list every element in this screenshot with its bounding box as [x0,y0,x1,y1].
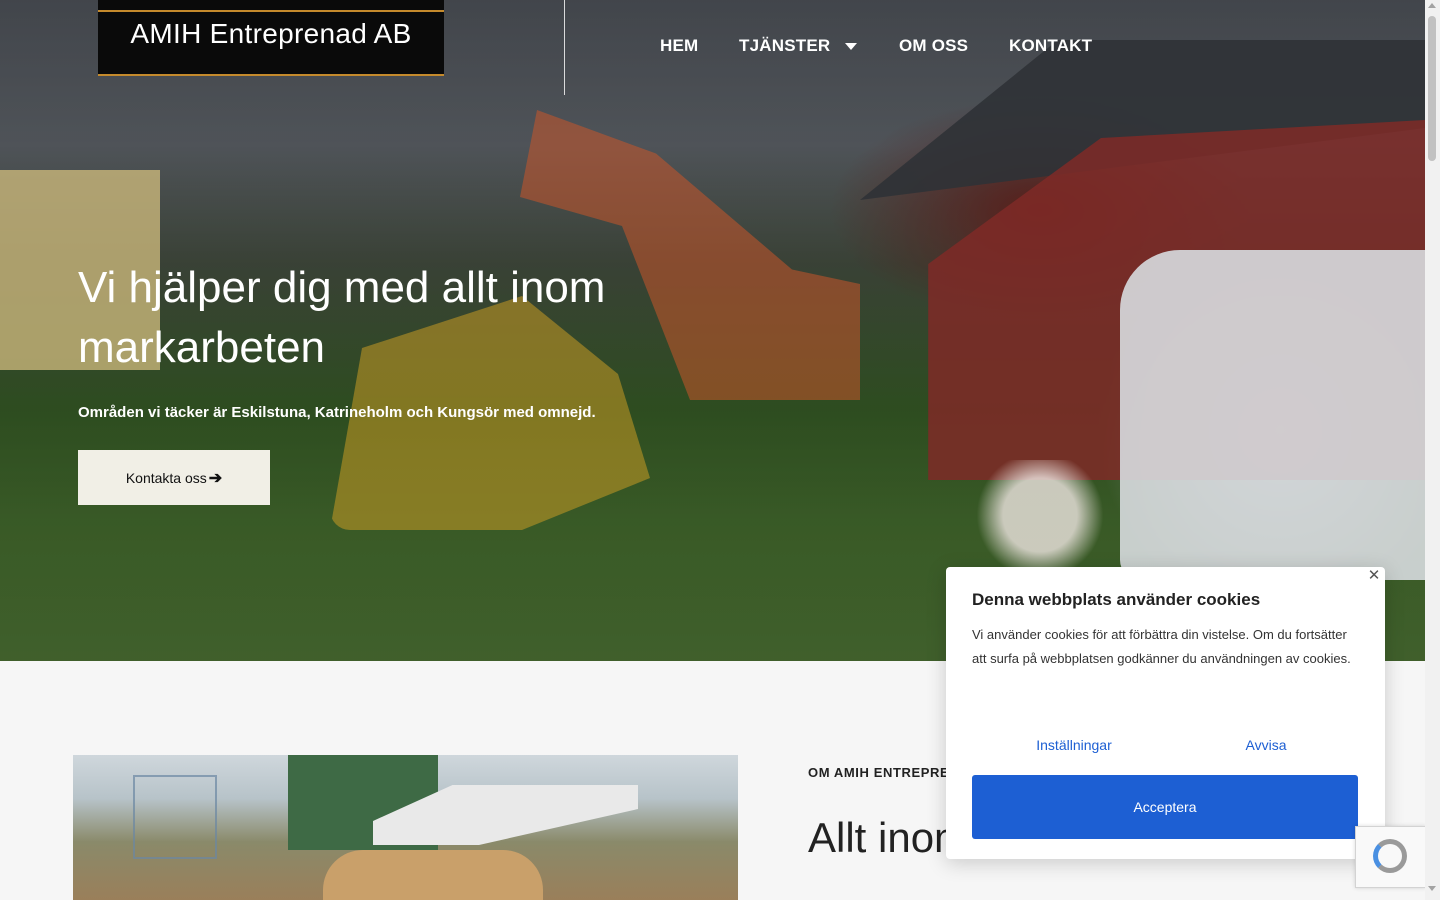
cookie-title: Denna webbplats använder cookies [972,590,1261,609]
scroll-up-icon[interactable] [1428,3,1436,8]
contact-us-label: Kontakta oss [125,469,207,486]
rocks-shape [323,850,543,900]
recaptcha-icon [1373,839,1407,873]
cookie-settings-button[interactable]: Inställningar [972,731,1176,759]
hero-image-van [1120,250,1425,580]
contact-us-button[interactable]: Kontakta oss ➔ [78,450,270,505]
about-eyebrow: OM AMIH ENTREPRE [808,765,950,780]
hero-image-flowers [950,460,1130,570]
hero-headline: Vi hjälper dig med allt inom markarbeten [78,263,606,372]
nav-about[interactable]: OM OSS [899,36,968,60]
site-logo[interactable]: AMIH Entreprenad AB [98,0,444,76]
close-icon[interactable]: ✕ [1366,568,1382,584]
hero-section: AMIH Entreprenad AB HEM TJÄNSTER OM OSS … [0,0,1425,661]
greenhouse-shape [133,775,217,859]
chevron-down-icon[interactable] [845,43,857,50]
about-title: Allt inom [808,814,970,861]
hero-subline: Områden vi täcker är Eskilstuna, Katrine… [78,404,596,421]
scroll-thumb[interactable] [1428,16,1436,161]
scroll-down-icon[interactable] [1428,886,1436,891]
nav-divider [564,0,565,95]
nav-contact[interactable]: KONTAKT [1009,36,1092,60]
nav-home[interactable]: HEM [660,36,698,60]
page-scrollbar[interactable] [1425,0,1440,900]
cookie-reject-button[interactable]: Avvisa [1164,731,1368,759]
nav-services[interactable]: TJÄNSTER [739,36,830,60]
about-photo [73,755,738,900]
logo-text: AMIH Entreprenad AB [130,18,412,49]
recaptcha-badge[interactable] [1355,826,1426,888]
cookie-dialog: ✕ Denna webbplats använder cookies Vi an… [946,567,1385,859]
cookie-accept-button[interactable]: Acceptera [972,775,1358,839]
arrow-right-icon: ➔ [208,469,223,487]
cookie-body: Vi använder cookies för att förbättra di… [972,627,1351,666]
